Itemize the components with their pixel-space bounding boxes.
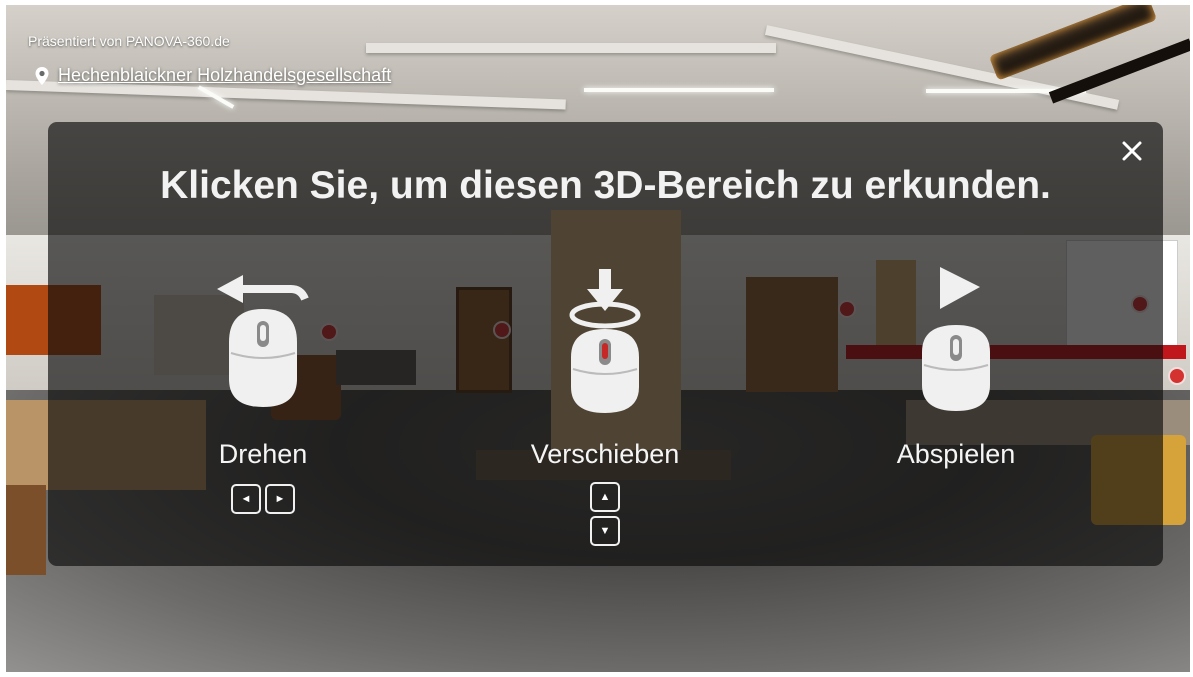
instruction-move: Verschieben ▲ ▼ xyxy=(485,267,725,546)
instruction-overlay[interactable]: Klicken Sie, um diesen 3D-Bereich zu erk… xyxy=(48,122,1163,566)
location-pin-icon xyxy=(35,66,49,85)
move-label: Verschieben xyxy=(530,439,680,469)
mouse-move-icon xyxy=(569,269,641,413)
instruction-play: Abspielen xyxy=(836,267,1076,470)
arrow-keys-horizontal: ◄ ► xyxy=(231,484,295,514)
close-icon[interactable] xyxy=(1121,140,1143,162)
tour-viewport[interactable]: Präsentiert von PANOVA-360.de Hechenblai… xyxy=(6,5,1190,672)
location-name: Hechenblaickner Holzhandelsgesellschaft xyxy=(58,65,392,85)
arrow-down-key-icon: ▼ xyxy=(590,516,620,546)
play-label: Abspielen xyxy=(896,439,1016,469)
presenter-credit[interactable]: Präsentiert von PANOVA-360.de xyxy=(28,33,230,49)
instruction-rotate: Drehen ◄ ► xyxy=(143,267,383,514)
arrow-keys-vertical: ▲ ▼ xyxy=(590,482,620,546)
mouse-play-icon xyxy=(922,267,990,411)
arrow-left-key-icon: ◄ xyxy=(231,484,261,514)
hotspot-marker[interactable] xyxy=(1168,367,1186,385)
overlay-headline: Klicken Sie, um diesen 3D-Bereich zu erk… xyxy=(160,164,1051,207)
ceiling-lamp xyxy=(584,88,774,92)
arrow-up-key-icon: ▲ xyxy=(590,482,620,512)
mouse-rotate-icon xyxy=(217,275,309,407)
ceiling-beam xyxy=(366,43,776,53)
location-link[interactable]: Hechenblaickner Holzhandelsgesellschaft xyxy=(32,65,391,86)
arrow-right-key-icon: ► xyxy=(265,484,295,514)
wood-stack xyxy=(6,485,46,575)
rotate-label: Drehen xyxy=(218,439,308,469)
